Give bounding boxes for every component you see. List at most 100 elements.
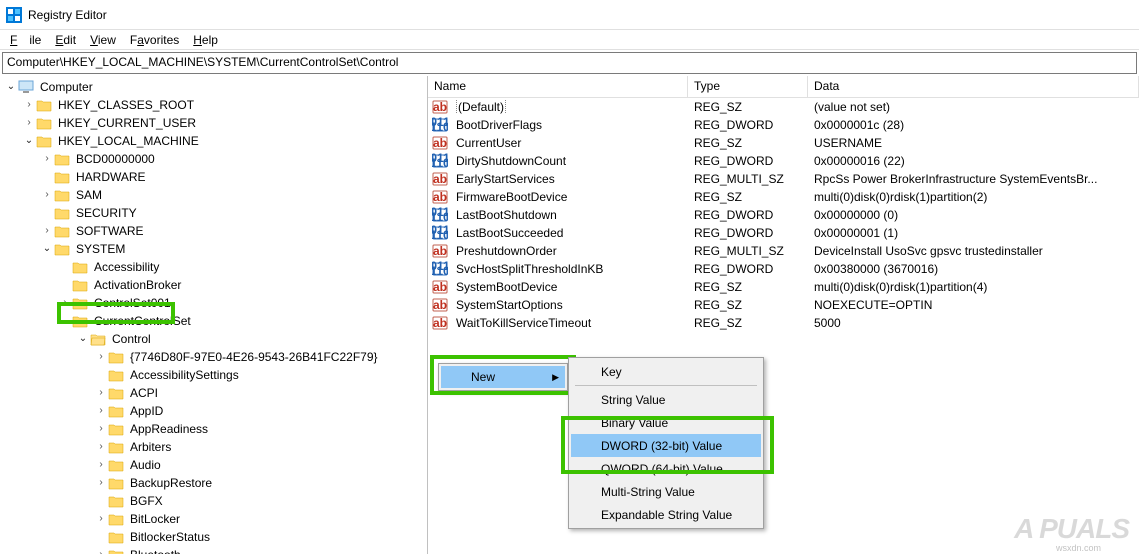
twisty-icon[interactable]: › <box>94 548 108 554</box>
twisty-icon[interactable]: ⌄ <box>4 80 18 94</box>
menu-item-dword[interactable]: DWORD (32-bit) Value <box>571 434 761 457</box>
menu-favorites[interactable]: Favorites <box>124 31 185 49</box>
menu-help[interactable]: Help <box>187 31 224 49</box>
list-row[interactable]: abSystemBootDeviceREG_SZmulti(0)disk(0)r… <box>428 278 1139 296</box>
twisty-icon[interactable]: ⌄ <box>40 242 54 256</box>
menu-edit[interactable]: Edit <box>49 31 82 49</box>
tree-item-hkcr[interactable]: ›HKEY_CLASSES_ROOT <box>0 96 427 114</box>
value-name: BootDriverFlags <box>450 118 688 132</box>
twisty-icon[interactable]: ⌄ <box>58 314 72 328</box>
tree-item-accessibilitysettings[interactable]: AccessibilitySettings <box>0 366 427 384</box>
col-name[interactable]: Name <box>428 76 688 97</box>
tree-label: BitlockerStatus <box>128 530 212 544</box>
tree-item-currentcontrolset[interactable]: ⌄CurrentControlSet <box>0 312 427 330</box>
folder-icon <box>36 135 52 148</box>
tree-item-bcd[interactable]: ›BCD00000000 <box>0 150 427 168</box>
tree-item-software[interactable]: ›SOFTWARE <box>0 222 427 240</box>
list-row[interactable]: abFirmwareBootDeviceREG_SZmulti(0)disk(0… <box>428 188 1139 206</box>
twisty-icon[interactable] <box>94 530 108 544</box>
menu-file[interactable]: File <box>4 31 47 49</box>
tree-item-backuprestore[interactable]: ›BackupRestore <box>0 474 427 492</box>
tree-item-hardware[interactable]: HARDWARE <box>0 168 427 186</box>
tree-item-activationbroker[interactable]: ActivationBroker <box>0 276 427 294</box>
twisty-icon[interactable] <box>58 260 72 274</box>
twisty-icon[interactable]: › <box>40 224 54 238</box>
address-bar[interactable]: Computer\HKEY_LOCAL_MACHINE\SYSTEM\Curre… <box>2 52 1137 74</box>
twisty-icon[interactable]: › <box>94 350 108 364</box>
tree-item-sam[interactable]: ›SAM <box>0 186 427 204</box>
menu-item-new[interactable]: New ▶ <box>441 366 565 388</box>
value-data: 0x00000000 (0) <box>808 208 1139 222</box>
twisty-icon[interactable]: › <box>94 440 108 454</box>
list-row[interactable]: abSystemStartOptionsREG_SZ NOEXECUTE=OPT… <box>428 296 1139 314</box>
twisty-icon[interactable] <box>94 368 108 382</box>
list-row[interactable]: abWaitToKillServiceTimeoutREG_SZ5000 <box>428 314 1139 332</box>
tree-item-arbiters[interactable]: ›Arbiters <box>0 438 427 456</box>
tree-item-hkcu[interactable]: ›HKEY_CURRENT_USER <box>0 114 427 132</box>
tree-item-bgfx[interactable]: BGFX <box>0 492 427 510</box>
list-row[interactable]: 011110LastBootShutdownREG_DWORD0x0000000… <box>428 206 1139 224</box>
twisty-icon[interactable] <box>58 278 72 292</box>
tree-label: SECURITY <box>74 206 139 220</box>
tree-label: HARDWARE <box>74 170 148 184</box>
menu-item-expand[interactable]: Expandable String Value <box>571 503 761 526</box>
menu-view[interactable]: View <box>84 31 122 49</box>
tree-item-controlset001[interactable]: ›ControlSet001 <box>0 294 427 312</box>
menu-item-key[interactable]: Key <box>571 360 761 383</box>
twisty-icon[interactable]: › <box>94 476 108 490</box>
tree-item-appid[interactable]: ›AppID <box>0 402 427 420</box>
list-row[interactable]: abEarlyStartServicesREG_MULTI_SZRpcSs Po… <box>428 170 1139 188</box>
twisty-icon[interactable] <box>40 170 54 184</box>
twisty-icon[interactable]: › <box>40 152 54 166</box>
folder-icon <box>54 171 70 184</box>
tree-item-accessibility[interactable]: Accessibility <box>0 258 427 276</box>
twisty-icon[interactable]: › <box>94 404 108 418</box>
col-type[interactable]: Type <box>688 76 808 97</box>
twisty-icon[interactable]: › <box>94 422 108 436</box>
twisty-icon[interactable]: ⌄ <box>76 332 90 346</box>
twisty-icon[interactable]: › <box>22 116 36 130</box>
twisty-icon[interactable]: › <box>94 458 108 472</box>
svg-text:ab: ab <box>433 244 447 258</box>
twisty-icon[interactable] <box>94 494 108 508</box>
menu-item-string[interactable]: String Value <box>571 388 761 411</box>
folder-icon <box>108 369 124 382</box>
list-row[interactable]: 011110LastBootSucceededREG_DWORD0x000000… <box>428 224 1139 242</box>
separator <box>575 385 757 386</box>
twisty-icon[interactable]: › <box>94 386 108 400</box>
twisty-icon[interactable]: ⌄ <box>22 134 36 148</box>
svg-text:110: 110 <box>432 156 448 169</box>
list-row[interactable]: ab(Default)REG_SZ(value not set) <box>428 98 1139 116</box>
list-row[interactable]: 011110DirtyShutdownCountREG_DWORD0x00000… <box>428 152 1139 170</box>
tree-item-security[interactable]: SECURITY <box>0 204 427 222</box>
tree-item-root[interactable]: ⌄Computer <box>0 78 427 96</box>
list-row[interactable]: abCurrentUserREG_SZUSERNAME <box>428 134 1139 152</box>
tree-item-bitlocker[interactable]: ›BitLocker <box>0 510 427 528</box>
list-row[interactable]: 011110SvcHostSplitThresholdInKBREG_DWORD… <box>428 260 1139 278</box>
list-row[interactable]: abPreshutdownOrderREG_MULTI_SZDeviceInst… <box>428 242 1139 260</box>
tree-item-control[interactable]: ⌄Control <box>0 330 427 348</box>
twisty-icon[interactable]: › <box>40 188 54 202</box>
tree-item-system[interactable]: ⌄SYSTEM <box>0 240 427 258</box>
twisty-icon[interactable]: › <box>94 512 108 526</box>
tree-item-hklm[interactable]: ⌄ HKEY_LOCAL_MACHINE <box>0 132 427 150</box>
value-data: 0x00000001 (1) <box>808 226 1139 240</box>
tree-item-bitlockerstatus[interactable]: BitlockerStatus <box>0 528 427 546</box>
menubar: File Edit View Favorites Help <box>0 30 1139 50</box>
tree-item-guid[interactable]: ›{7746D80F-97E0-4E26-9543-26B41FC22F79} <box>0 348 427 366</box>
tree-item-audio[interactable]: ›Audio <box>0 456 427 474</box>
twisty-icon[interactable] <box>40 206 54 220</box>
tree-item-appreadiness[interactable]: ›AppReadiness <box>0 420 427 438</box>
tree-item-acpi[interactable]: ›ACPI <box>0 384 427 402</box>
menu-item-binary[interactable]: Binary Value <box>571 411 761 434</box>
tree-view[interactable]: ⌄Computer›HKEY_CLASSES_ROOT›HKEY_CURRENT… <box>0 76 428 554</box>
twisty-icon[interactable]: › <box>58 296 72 310</box>
menu-item-multi[interactable]: Multi-String Value <box>571 480 761 503</box>
menu-item-qword[interactable]: QWORD (64-bit) Value <box>571 457 761 480</box>
list-view[interactable]: Name Type Data ab(Default)REG_SZ(value n… <box>428 76 1139 554</box>
col-data[interactable]: Data <box>808 76 1139 97</box>
tree-label: HKEY_LOCAL_MACHINE <box>56 134 201 148</box>
value-name: CurrentUser <box>450 136 688 150</box>
twisty-icon[interactable]: › <box>22 98 36 112</box>
list-row[interactable]: 011110BootDriverFlagsREG_DWORD0x0000001c… <box>428 116 1139 134</box>
